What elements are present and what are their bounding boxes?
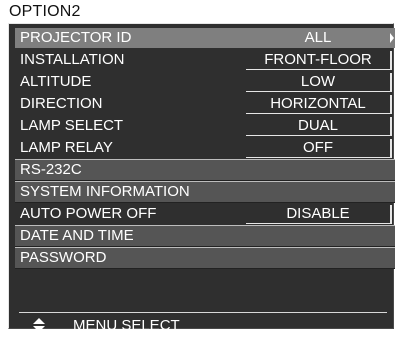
menu-item-system-information[interactable]: SYSTEM INFORMATION [15, 181, 395, 203]
menu-item-value: FRONT-FLOOR [246, 51, 392, 70]
menu-item-label: DIRECTION [20, 95, 103, 112]
menu-item-date-and-time[interactable]: DATE AND TIME [15, 225, 395, 247]
left-right-arrows-icon [32, 339, 46, 351]
menu-item-password[interactable]: PASSWORD [15, 247, 395, 269]
menu-item-altitude[interactable]: ALTITUDE LOW [15, 72, 395, 92]
option2-screen: OPTION2 PROJECTOR ID ALL INSTALLATION FR… [0, 0, 395, 354]
menu-item-projector-id[interactable]: PROJECTOR ID ALL [15, 28, 395, 48]
menu-item-label: LAMP RELAY [20, 139, 113, 156]
menu-item-value: DUAL [246, 117, 392, 136]
menu-item-installation[interactable]: INSTALLATION FRONT-FLOOR [15, 50, 395, 70]
menu-item-value: HORIZONTAL [246, 95, 392, 114]
menu-item-value: OFF [246, 139, 392, 158]
menu-item-direction[interactable]: DIRECTION HORIZONTAL [15, 94, 395, 114]
menu-item-label: RS-232C [20, 161, 82, 178]
menu-item-label: AUTO POWER OFF [20, 205, 157, 222]
menu-item-label: PROJECTOR ID [20, 29, 132, 46]
menu-item-label: PASSWORD [20, 249, 107, 266]
menu-item-label: INSTALLATION [20, 51, 125, 68]
menu-item-value: LOW [246, 73, 392, 92]
menu-item-label: ALTITUDE [20, 73, 92, 90]
page-title: OPTION2 [9, 3, 81, 20]
menu-item-label: LAMP SELECT [20, 117, 124, 134]
menu-item-label: SYSTEM INFORMATION [20, 183, 190, 200]
menu-panel: PROJECTOR ID ALL INSTALLATION FRONT-FLOO… [8, 23, 395, 329]
menu-item-lamp-relay[interactable]: LAMP RELAY OFF [15, 138, 395, 158]
menu-item-rs232c[interactable]: RS-232C [15, 159, 395, 181]
hint-label: CHANGE [73, 337, 138, 354]
menu-item-value: DISABLE [246, 205, 392, 224]
menu-item-auto-power-off[interactable]: AUTO POWER OFF DISABLE [15, 204, 395, 224]
right-arrow-icon[interactable] [390, 33, 394, 43]
up-down-arrows-icon [33, 318, 45, 332]
hint-label: MENU SELECT [73, 317, 180, 334]
menu-item-lamp-select[interactable]: LAMP SELECT DUAL [15, 116, 395, 136]
hint-divider [19, 312, 387, 313]
menu-item-value: ALL [246, 29, 390, 47]
menu-item-label: DATE AND TIME [20, 227, 134, 244]
